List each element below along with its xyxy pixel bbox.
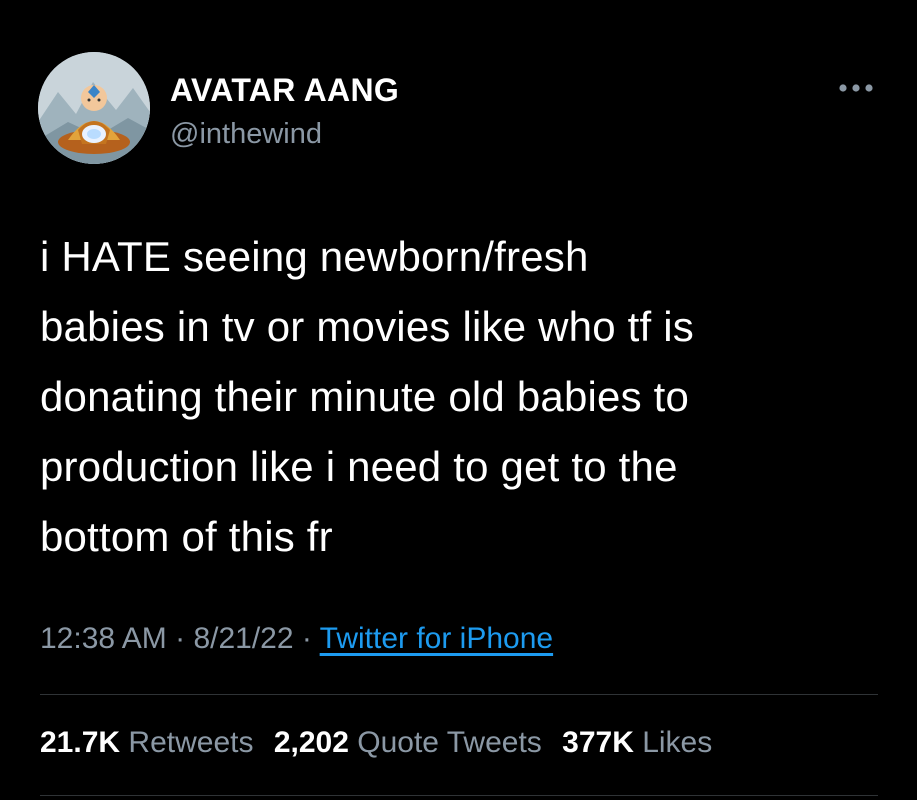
avatar-aang-icon <box>38 52 150 164</box>
display-name[interactable]: AVATAR AANG <box>170 72 399 109</box>
divider <box>40 694 878 695</box>
likes-count: 377K <box>562 726 634 759</box>
quote-tweets-stat[interactable]: 2,202 Quote Tweets <box>274 726 542 759</box>
quote-tweets-count: 2,202 <box>273 726 349 759</box>
likes-label: Likes <box>642 726 713 759</box>
tweet-time[interactable]: 12:38 AM <box>40 622 167 655</box>
tweet-text-line: bottom of this fr <box>40 513 333 560</box>
likes-stat[interactable]: 377K Likes <box>562 726 712 759</box>
tweet-text: i HATE seeing newborn/fresh babies in tv… <box>40 222 870 572</box>
tweet-text-line: babies in tv or movies like who tf is <box>40 303 694 350</box>
tweet-stats: 21.7K Retweets 2,202 Quote Tweets 377K L… <box>40 726 724 760</box>
retweets-label: Retweets <box>128 726 254 759</box>
meta-separator: · <box>293 622 320 655</box>
quote-tweets-label: Quote Tweets <box>357 726 542 759</box>
tweet-meta: 12:38 AM · 8/21/22 · Twitter for iPhone <box>40 622 553 656</box>
tweet-text-line: production like i need to get to the <box>40 443 678 490</box>
tweet-text-line: i HATE seeing newborn/fresh <box>40 233 589 280</box>
retweets-stat[interactable]: 21.7K Retweets <box>40 726 253 759</box>
divider <box>40 795 878 796</box>
user-handle[interactable]: @inthewind <box>170 118 322 151</box>
tweet-date[interactable]: 8/21/22 <box>193 622 293 655</box>
tweet-text-line: donating their minute old babies to <box>40 373 690 420</box>
tweet-card: AVATAR AANG @inthewind i HATE seeing new… <box>0 0 917 800</box>
tweet-source-link[interactable]: Twitter for iPhone <box>320 622 553 655</box>
more-options-icon[interactable] <box>836 80 876 96</box>
retweets-count: 21.7K <box>40 726 121 759</box>
meta-separator: · <box>166 622 194 655</box>
avatar[interactable] <box>38 52 150 164</box>
